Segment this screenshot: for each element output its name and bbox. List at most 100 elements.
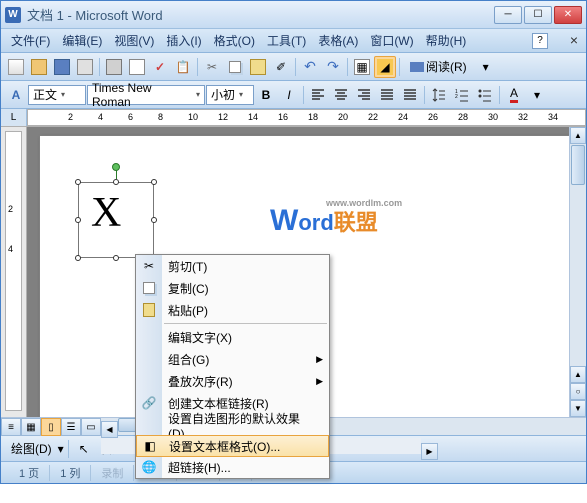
research-button[interactable]: 📋: [172, 56, 194, 78]
save-button[interactable]: [51, 56, 73, 78]
vertical-ruler[interactable]: 2 4: [1, 127, 27, 417]
font-size-combo[interactable]: 小初▾: [206, 85, 254, 105]
distributed-icon: [403, 88, 417, 102]
resize-handle-tr[interactable]: [151, 179, 157, 185]
cm-group[interactable]: 组合(G)▶: [136, 348, 329, 370]
draw-menu[interactable]: 绘图(D): [7, 440, 56, 457]
cm-hyperlink[interactable]: 🌐 超链接(H)...: [136, 456, 329, 478]
read-mode-button[interactable]: 阅读(R): [403, 56, 474, 78]
horizontal-ruler-row: L 2 4 6 8 10 12 14 16 18 20 22 24 26 28 …: [1, 109, 586, 127]
scroll-right-button[interactable]: ▶: [421, 443, 438, 460]
italic-button[interactable]: I: [278, 84, 300, 106]
align-justify-button[interactable]: [376, 84, 398, 106]
menu-file[interactable]: 文件(F): [5, 30, 56, 51]
insert-table-button[interactable]: ▦: [351, 56, 373, 78]
align-center-button[interactable]: [330, 84, 352, 106]
size-value: 小初: [211, 86, 235, 103]
vscroll-thumb[interactable]: [571, 145, 585, 185]
menu-window[interactable]: 窗口(W): [364, 30, 419, 51]
permission-button[interactable]: [74, 56, 96, 78]
cm-order[interactable]: 叠放次序(R)▶: [136, 370, 329, 392]
maximize-button[interactable]: ☐: [524, 6, 552, 24]
copy-button[interactable]: [224, 56, 246, 78]
spelling-button[interactable]: ✓: [149, 56, 171, 78]
scissors-icon: ✂: [141, 258, 157, 274]
titlebar: W 文档 1 - Microsoft Word ─ ☐ ✕: [1, 1, 586, 29]
toolbar-options-button[interactable]: ▾: [475, 56, 497, 78]
textbox[interactable]: X: [78, 182, 154, 258]
ruler-corner: L: [1, 109, 27, 126]
paste-button[interactable]: [247, 56, 269, 78]
status-rec[interactable]: 录制: [91, 465, 134, 481]
align-left-button[interactable]: [307, 84, 329, 106]
line-spacing-button[interactable]: [428, 84, 450, 106]
menu-insert[interactable]: 插入(I): [160, 30, 207, 51]
align-right-button[interactable]: [353, 84, 375, 106]
standard-toolbar: ✓ 📋 ✂ ✐ ↶ ↷ ▦ ◢ 阅读(R) ▾: [1, 53, 586, 81]
style-combo[interactable]: 正文▾: [28, 85, 86, 105]
resize-handle-r[interactable]: [151, 217, 157, 223]
align-justify-icon: [380, 88, 394, 102]
scroll-up-button[interactable]: ▲: [570, 127, 586, 144]
watermark: www.wordlm.com Word联盟: [270, 204, 378, 238]
menu-format[interactable]: 格式(O): [208, 30, 261, 51]
close-document-button[interactable]: ×: [566, 33, 582, 49]
line-spacing-icon: [432, 88, 446, 102]
menu-help[interactable]: 帮助(H): [420, 30, 473, 51]
menu-table[interactable]: 表格(A): [312, 30, 364, 51]
next-page-button[interactable]: ▼: [570, 400, 586, 417]
horizontal-ruler[interactable]: 2 4 6 8 10 12 14 16 18 20 22 24 26 28 30…: [27, 109, 586, 126]
bold-button[interactable]: B: [255, 84, 277, 106]
resize-handle-tl[interactable]: [75, 179, 81, 185]
distributed-button[interactable]: [399, 84, 421, 106]
status-col: 1 列: [50, 465, 91, 481]
web-view-button[interactable]: ▦: [21, 418, 41, 436]
format-painter-button[interactable]: ✐: [270, 56, 292, 78]
outline-view-button[interactable]: ☰: [61, 418, 81, 436]
formatting-toolbar: A 正文▾ Times New Roman▾ 小初▾ B I: [1, 81, 586, 109]
menu-view[interactable]: 视图(V): [108, 30, 160, 51]
new-button[interactable]: [5, 56, 27, 78]
bullets-button[interactable]: [474, 84, 496, 106]
rotate-handle[interactable]: [112, 163, 120, 171]
print-layout-view-button[interactable]: ▯: [41, 418, 61, 436]
type-question-box[interactable]: ?: [532, 33, 548, 49]
menu-edit[interactable]: 编辑(E): [56, 30, 108, 51]
vertical-scrollbar[interactable]: ▲ ▼ ▲ ○ ▼: [569, 127, 586, 417]
prev-page-button[interactable]: ▲: [570, 366, 586, 383]
numbering-button[interactable]: 12: [451, 84, 473, 106]
cm-default-effect[interactable]: 设置自选图形的默认效果(D): [136, 414, 329, 436]
drawing-toggle-button[interactable]: ◢: [374, 56, 396, 78]
menu-tools[interactable]: 工具(T): [261, 30, 312, 51]
reading-view-button[interactable]: ▭: [81, 418, 101, 436]
toolbar2-options-button[interactable]: ▾: [526, 84, 548, 106]
cm-edit-text[interactable]: 编辑文字(X): [136, 326, 329, 348]
align-right-icon: [357, 88, 371, 102]
resize-handle-bl[interactable]: [75, 255, 81, 261]
redo-button[interactable]: ↷: [322, 56, 344, 78]
cm-paste[interactable]: 粘贴(P): [136, 299, 329, 321]
resize-handle-b[interactable]: [113, 255, 119, 261]
status-page: 1 页: [9, 465, 50, 481]
read-label: 阅读(R): [426, 58, 467, 75]
close-button[interactable]: ✕: [554, 6, 582, 24]
undo-button[interactable]: ↶: [299, 56, 321, 78]
cm-copy[interactable]: 复制(C): [136, 277, 329, 299]
minimize-button[interactable]: ─: [494, 6, 522, 24]
context-menu: ✂ 剪切(T) 复制(C) 粘贴(P) 编辑文字(X) 组合(G)▶ 叠放次序(…: [135, 254, 330, 479]
cut-button[interactable]: ✂: [201, 56, 223, 78]
normal-view-button[interactable]: ≡: [1, 418, 21, 436]
font-color-button[interactable]: A: [503, 84, 525, 106]
scroll-left-button[interactable]: ◀: [101, 421, 118, 438]
select-objects-button[interactable]: ↖: [73, 438, 95, 460]
cm-format-textbox[interactable]: ◧ 设置文本框格式(O)...: [136, 435, 329, 457]
resize-handle-t[interactable]: [113, 179, 119, 185]
open-button[interactable]: [28, 56, 50, 78]
cm-cut[interactable]: ✂ 剪切(T): [136, 255, 329, 277]
browse-object-button[interactable]: ○: [570, 383, 586, 400]
font-combo[interactable]: Times New Roman▾: [87, 85, 205, 105]
print-preview-button[interactable]: [126, 56, 148, 78]
styles-pane-button[interactable]: A: [5, 84, 27, 106]
resize-handle-l[interactable]: [75, 217, 81, 223]
print-button[interactable]: [103, 56, 125, 78]
